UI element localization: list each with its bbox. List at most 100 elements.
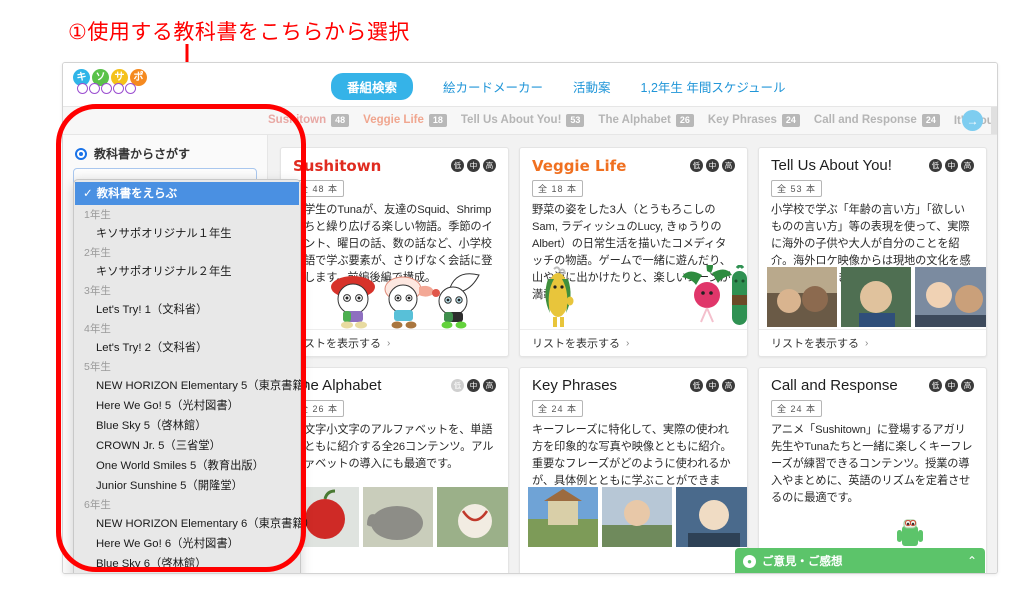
main-navigation: 番組検索 絵カードメーカー 活動案 1,2年生 年間スケジュール [331,73,786,100]
card-title: Call and Response [771,378,929,395]
card-title: The Alphabet [293,378,451,395]
dropdown-item[interactable]: CROWN Jr. 6（三省堂） [74,573,300,574]
app-body: 教科書からさがす ✓ 教科書をえらぶ 1年生 キソサポオリジナル１年生 2年生 … [63,135,997,574]
card-count-chip: 全 18 本 [532,180,583,197]
level-badges: 低 中 高 [451,379,496,392]
dropdown-group-label: 2年生 [74,243,300,261]
dropdown-group-label: 4年生 [74,319,300,337]
program-card-tell-us-about-you[interactable]: Tell Us About You! 低 中 高 全 53 本 小学校で学ぶ「年… [758,147,987,357]
level-badge-mid: 中 [706,159,719,172]
program-tab-call-and-response[interactable]: Call and Response 24 [814,114,940,127]
program-card-veggie-life[interactable]: Veggie Life 低 中 高 全 18 本 野菜の姿をした3人（とうもろこ… [519,147,748,357]
program-tab-label: Sushitown [268,114,326,126]
application-window: キ ソ サ ポ 番組検索 絵カードメーカー 活動案 1,2年生 年間スケジュール… [62,62,998,574]
dropdown-item[interactable]: Blue Sky 5（啓林館） [74,415,300,435]
dropdown-item[interactable]: NEW HORIZON Elementary 6（東京書籍） [74,513,300,533]
level-badge-mid: 中 [945,379,958,392]
program-tab-key-phrases[interactable]: Key Phrases 24 [708,114,800,127]
dropdown-item[interactable]: One World Smiles 5（教育出版） [74,455,300,475]
level-badge-high: 高 [961,379,974,392]
feedback-bar[interactable]: ● ご意見・ご感想 ⌃ [735,548,985,574]
card-footer-label: リストを表示する [771,335,859,351]
card-description: アニメ「Sushitown」に登場するアガリ先生やTunaたちと一緒に楽しくキー… [759,417,986,507]
scrollbar-track[interactable] [991,107,997,134]
dropdown-selected-label: 教科書をえらぶ [97,185,178,201]
chevron-right-icon: › [626,338,629,349]
dropdown-item[interactable]: Junior Sunshine 5（開隆堂） [74,475,300,495]
dropdown-item[interactable]: Here We Go! 6（光村図書） [74,533,300,553]
program-tab-the-alphabet[interactable]: The Alphabet 26 [598,114,693,127]
chevron-right-icon: › [865,338,868,349]
level-badges: 低 中 高 [690,159,735,172]
card-count-chip: 全 24 本 [532,400,583,417]
program-tab-bar: Sushitown 48 Veggie Life 18 Tell Us Abou… [63,107,997,135]
card-header: Veggie Life 低 中 高 [520,148,747,175]
speech-bubble-icon: ● [743,555,756,568]
dropdown-item[interactable]: キソサポオリジナル１年生 [74,223,300,243]
program-tab-count: 26 [676,114,694,127]
level-badge-low: 低 [929,159,942,172]
level-badge-mid: 中 [706,379,719,392]
program-tab-count: 24 [782,114,800,127]
level-badge-low: 低 [451,159,464,172]
app-header: キ ソ サ ポ 番組検索 絵カードメーカー 活動案 1,2年生 年間スケジュール [63,63,997,107]
search-mode-label: 教科書からさがす [94,145,190,162]
card-artwork-veggie [520,265,748,329]
level-badge-high: 高 [961,159,974,172]
nav-item-program-search[interactable]: 番組検索 [331,73,413,100]
program-tab-label: The Alphabet [598,114,670,126]
dropdown-group-label: 1年生 [74,205,300,223]
level-badges: 低 中 高 [690,379,735,392]
level-badge-mid: 中 [467,379,480,392]
level-badge-high: 高 [722,379,735,392]
nav-item-activity-plan[interactable]: 活動案 [573,77,611,96]
program-tab-count: 18 [429,114,447,127]
textbook-dropdown-list[interactable]: ✓ 教科書をえらぶ 1年生 キソサポオリジナル１年生 2年生 キソサポオリジナル… [73,179,301,574]
card-header: Tell Us About You! 低 中 高 [759,148,986,175]
card-description: 大文字小文字のアルファベットを、単語とともに紹介する全26コンテンツ。アルファベ… [281,417,508,473]
level-badge-mid: 中 [467,159,480,172]
nav-item-card-maker[interactable]: 絵カードメーカー [443,77,543,96]
program-tab-tell-us-about-you[interactable]: Tell Us About You! 53 [461,114,585,127]
card-artwork-photo-people [759,265,987,329]
dropdown-item[interactable]: Here We Go! 5（光村図書） [74,395,300,415]
program-card-key-phrases[interactable]: Key Phrases 低 中 高 全 24 本 キーフレーズに特化して、実際の… [519,367,748,574]
radio-selected-icon[interactable] [75,148,87,160]
level-badges: 低 中 高 [929,379,974,392]
chevron-up-icon[interactable]: ⌃ [967,554,977,568]
dropdown-selected-item[interactable]: ✓ 教科書をえらぶ [75,182,299,205]
card-header: Call and Response 低 中 高 [759,368,986,395]
annotation-caption: ①使用する教科書をこちらから選択 [68,16,410,46]
card-header: Sushitown 低 中 高 [281,148,508,175]
dropdown-item[interactable]: NEW HORIZON Elementary 5（東京書籍） [74,375,300,395]
checkmark-icon: ✓ [83,186,93,200]
card-title: Sushitown [293,158,451,175]
level-badge-mid: 中 [945,159,958,172]
level-badge-low: 低 [690,159,703,172]
program-tab-label: Tell Us About You! [461,114,562,126]
card-show-list-link[interactable]: リストを表示する › [281,329,508,356]
program-tab-label: Key Phrases [708,114,777,126]
feedback-mascot-icon [895,518,925,548]
program-card-call-and-response[interactable]: Call and Response 低 中 高 全 24 本 アニメ「Sushi… [758,367,987,574]
level-badge-high: 高 [722,159,735,172]
card-show-list-link[interactable]: リストを表示する › [759,329,986,356]
program-card-the-alphabet[interactable]: The Alphabet 低 中 高 全 26 本 大文字小文字のアルファベット… [280,367,509,574]
program-tab-sushitown[interactable]: Sushitown 48 [268,114,349,127]
dropdown-item[interactable]: Let's Try! 1（文科省） [74,299,300,319]
dropdown-item[interactable]: Blue Sky 6（啓林館） [74,553,300,573]
program-tab-veggie-life[interactable]: Veggie Life 18 [363,114,447,127]
dropdown-item[interactable]: キソサポオリジナル２年生 [74,261,300,281]
sidebar: 教科書からさがす ✓ 教科書をえらぶ 1年生 キソサポオリジナル１年生 2年生 … [63,135,268,574]
program-card-grid: Sushitown 低 中 高 全 48 本 小学生のTunaが、友達のSqui… [268,135,997,574]
site-logo[interactable]: キ ソ サ ポ [73,69,147,94]
program-card-sushitown[interactable]: Sushitown 低 中 高 全 48 本 小学生のTunaが、友達のSqui… [280,147,509,357]
search-mode-textbook-option[interactable]: 教科書からさがす [63,135,267,168]
level-badge-low: 低 [929,379,942,392]
logo-mini-dot [113,83,124,94]
nav-item-annual-schedule[interactable]: 1,2年生 年間スケジュール [641,77,786,96]
dropdown-item[interactable]: Let's Try! 2（文科省） [74,337,300,357]
dropdown-item[interactable]: CROWN Jr. 5（三省堂） [74,435,300,455]
tab-next-arrow-icon[interactable]: → [962,110,983,131]
card-show-list-link[interactable]: リストを表示する › [520,329,747,356]
